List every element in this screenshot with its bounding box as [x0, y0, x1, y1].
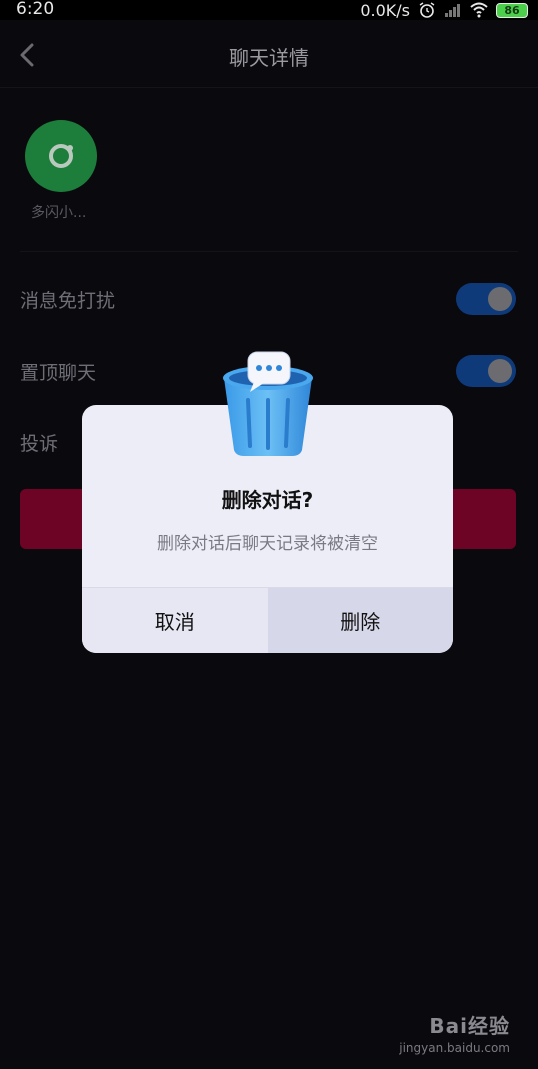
dialog-title: 删除对话?: [221, 488, 314, 512]
watermark-logo: Bai经验: [429, 1014, 510, 1038]
avatar[interactable]: [25, 120, 97, 192]
member-name: 多闪小...: [31, 205, 87, 221]
watermark: Bai经验 jingyan.baidu.com: [399, 1010, 510, 1055]
mute-toggle[interactable]: [456, 283, 516, 315]
member-item[interactable]: 多闪小...: [22, 120, 102, 222]
setting-label: 投诉: [20, 432, 59, 455]
setting-row-mute[interactable]: 消息免打扰: [20, 279, 516, 319]
dialog-actions: 取消 删除: [82, 587, 453, 653]
delete-button[interactable]: 删除: [267, 588, 453, 653]
toggle-knob: [488, 287, 512, 311]
setting-label: 置顶聊天: [20, 361, 97, 384]
trash-chat-icon: [223, 351, 313, 456]
setting-label: 消息免打扰: [20, 289, 116, 312]
cancel-button[interactable]: 取消: [82, 588, 268, 653]
battery-icon: 86: [496, 2, 528, 18]
title-bar: 聊天详情: [0, 20, 538, 88]
page-title: 聊天详情: [229, 46, 309, 70]
wifi-icon: [470, 2, 488, 18]
status-time: 6:20: [16, 0, 55, 19]
toggle-knob: [488, 359, 512, 383]
net-speed: 0.0K/s: [360, 0, 410, 20]
status-icons: 0.0K/s 86: [360, 0, 528, 20]
signal-icon: [445, 4, 460, 17]
status-bar: 6:20 0.0K/s 86: [0, 0, 538, 20]
dialog-message: 删除对话后聊天记录将被清空: [157, 534, 378, 554]
divider: [20, 251, 518, 252]
watermark-url: jingyan.baidu.com: [399, 1041, 510, 1055]
alarm-icon: [419, 2, 435, 18]
pin-toggle[interactable]: [456, 355, 516, 387]
app-logo-icon: [49, 144, 73, 168]
